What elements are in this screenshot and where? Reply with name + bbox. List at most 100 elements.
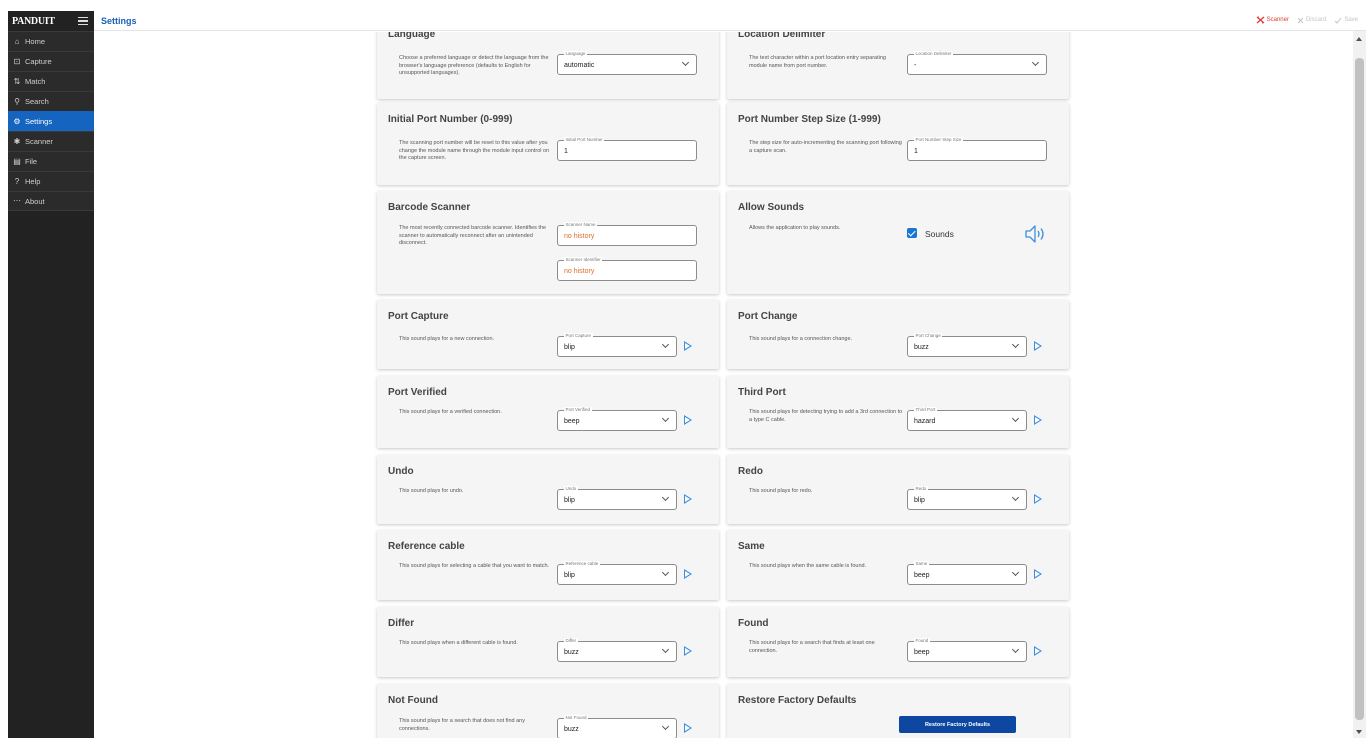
menu-icon[interactable] (78, 17, 88, 25)
play-icon[interactable] (684, 341, 692, 351)
chevron-down-icon[interactable] (1011, 493, 1020, 502)
play-icon[interactable] (684, 723, 692, 733)
scrollbar-thumb[interactable] (1355, 58, 1364, 720)
redo-select[interactable]: Redo blip (907, 486, 1027, 510)
field-value: no history (564, 232, 595, 240)
chevron-down-icon[interactable] (661, 568, 670, 577)
play-icon[interactable] (1034, 569, 1042, 579)
chevron-down-icon[interactable] (681, 58, 690, 67)
card-language: Language Choose a preferred language or … (377, 32, 719, 99)
field-label: Language (564, 51, 588, 57)
not-found-select[interactable]: Not Found buzz (557, 715, 677, 738)
play-icon[interactable] (684, 646, 692, 656)
chevron-down-icon[interactable] (661, 340, 670, 349)
sidebar-item-label: Help (25, 177, 41, 186)
play-icon[interactable] (1034, 415, 1042, 425)
third-port-select[interactable]: Third Port hazard (907, 407, 1027, 431)
play-icon[interactable] (1034, 494, 1042, 504)
sidebar-item-help[interactable]: ? Help (8, 171, 94, 191)
scanner-status-button[interactable]: Scanner (1256, 16, 1289, 24)
card-description: The scanning port number will be reset t… (399, 140, 550, 161)
field-label: Scanner Name (564, 222, 598, 228)
field-value: blip (564, 496, 575, 504)
field-value: buzz (564, 725, 579, 733)
sidebar-item-file[interactable]: ▤ File (8, 151, 94, 171)
location-delimiter-select[interactable]: Location Delimiter - (907, 51, 1047, 75)
card-location-delimiter: Location Delimiter The text character wi… (727, 32, 1069, 99)
same-select[interactable]: Same beep (907, 561, 1027, 585)
restore-factory-defaults-button[interactable]: Restore Factory Defaults (899, 716, 1016, 733)
play-icon[interactable] (1034, 341, 1042, 351)
play-icon[interactable] (1034, 646, 1042, 656)
play-icon[interactable] (684, 494, 692, 504)
chevron-down-icon[interactable] (1011, 340, 1020, 349)
language-select[interactable]: Language automatic (557, 51, 697, 75)
check-icon (1334, 17, 1342, 24)
speaker-icon[interactable] (1024, 224, 1048, 244)
card-description: This sound plays for a search that does … (399, 718, 525, 732)
sounds-checkbox[interactable] (907, 228, 917, 238)
sidebar-item-scanner[interactable]: ✱ Scanner (8, 131, 94, 151)
sidebar-item-label: Scanner (25, 137, 53, 146)
match-icon: ⇅ (13, 76, 21, 86)
sidebar-item-search[interactable]: ⚲ Search (8, 91, 94, 111)
found-select[interactable]: Found beep (907, 638, 1027, 662)
card-title: Not Found (388, 695, 438, 706)
save-button[interactable]: Save (1334, 16, 1358, 24)
card-title: Port Change (738, 311, 798, 322)
chevron-down-icon[interactable] (1011, 645, 1020, 654)
card-description: This sound plays for selecting a cable t… (399, 563, 550, 569)
chevron-down-icon[interactable] (661, 493, 670, 502)
card-description: This sound plays for a connection change… (749, 336, 853, 342)
sidebar-item-about[interactable]: ⋯ About (8, 191, 94, 211)
capture-icon: ⊡ (13, 56, 21, 66)
play-icon[interactable] (684, 415, 692, 425)
chevron-down-icon[interactable] (661, 645, 670, 654)
card-port-verified: Port Verified This sound plays for a ver… (377, 376, 719, 448)
port-capture-select[interactable]: Port Capture blip (557, 333, 677, 357)
card-title: Same (738, 541, 765, 552)
port-verified-select[interactable]: Port Verified beep (557, 407, 677, 431)
sidebar-item-label: Settings (25, 117, 53, 126)
sidebar-item-match[interactable]: ⇅ Match (8, 71, 94, 91)
card-description: This sound plays for undo. (399, 488, 464, 494)
top-bar: Settings Scanner Discard Save (94, 11, 1366, 31)
play-icon[interactable] (684, 569, 692, 579)
field-label: Location Delimiter (914, 51, 954, 57)
card-found: Found This sound plays for a search that… (727, 607, 1069, 677)
header-actions: Scanner Discard Save (1256, 16, 1358, 24)
chevron-down-icon[interactable] (1011, 568, 1020, 577)
discard-button[interactable]: Discard (1297, 16, 1326, 24)
field-value: blip (564, 571, 575, 579)
differ-select[interactable]: Differ buzz (557, 638, 677, 662)
scanner-identifier-field[interactable]: Scanner Identifier no history (557, 257, 697, 281)
chevron-down-icon[interactable] (1031, 58, 1040, 67)
field-value: buzz (564, 648, 579, 656)
card-allow-sounds: Allow Sounds Allows the application to p… (727, 191, 1069, 294)
field-label: Undo (564, 486, 578, 492)
sounds-checkbox-label: Sounds (925, 229, 954, 239)
sidebar-item-capture[interactable]: ⊡ Capture (8, 51, 94, 71)
chevron-down-icon[interactable] (661, 414, 670, 423)
vertical-scrollbar[interactable] (1353, 31, 1366, 738)
undo-select[interactable]: Undo blip (557, 486, 677, 510)
scroll-down-arrow-icon[interactable] (1356, 730, 1362, 734)
card-title: Location Delimiter (738, 32, 826, 40)
reference-cable-select[interactable]: Reference cable blip (557, 561, 677, 585)
card-description: This sound plays when a different cable … (399, 640, 518, 646)
port-number-step-size-input[interactable]: Port Number Step Size 1 (907, 137, 1047, 161)
scroll-up-arrow-icon[interactable] (1356, 37, 1362, 41)
port-change-select[interactable]: Port Change buzz (907, 333, 1027, 357)
field-label: Port Verified (564, 407, 592, 413)
chevron-down-icon[interactable] (1011, 414, 1020, 423)
scanner-disconnected-icon (1256, 16, 1265, 24)
scanner-name-field[interactable]: Scanner Name no history (557, 222, 697, 246)
sidebar-item-settings[interactable]: ⚙ Settings (8, 111, 94, 131)
sidebar-item-home[interactable]: ⌂ Home (8, 31, 94, 51)
field-value: no history (564, 267, 595, 275)
file-icon: ▤ (13, 156, 21, 166)
field-value: beep (564, 417, 580, 425)
initial-port-number-input[interactable]: Initial Port Number 1 (557, 137, 697, 161)
chevron-down-icon[interactable] (661, 722, 670, 731)
sidebar-header: PANDUIT (8, 11, 94, 31)
